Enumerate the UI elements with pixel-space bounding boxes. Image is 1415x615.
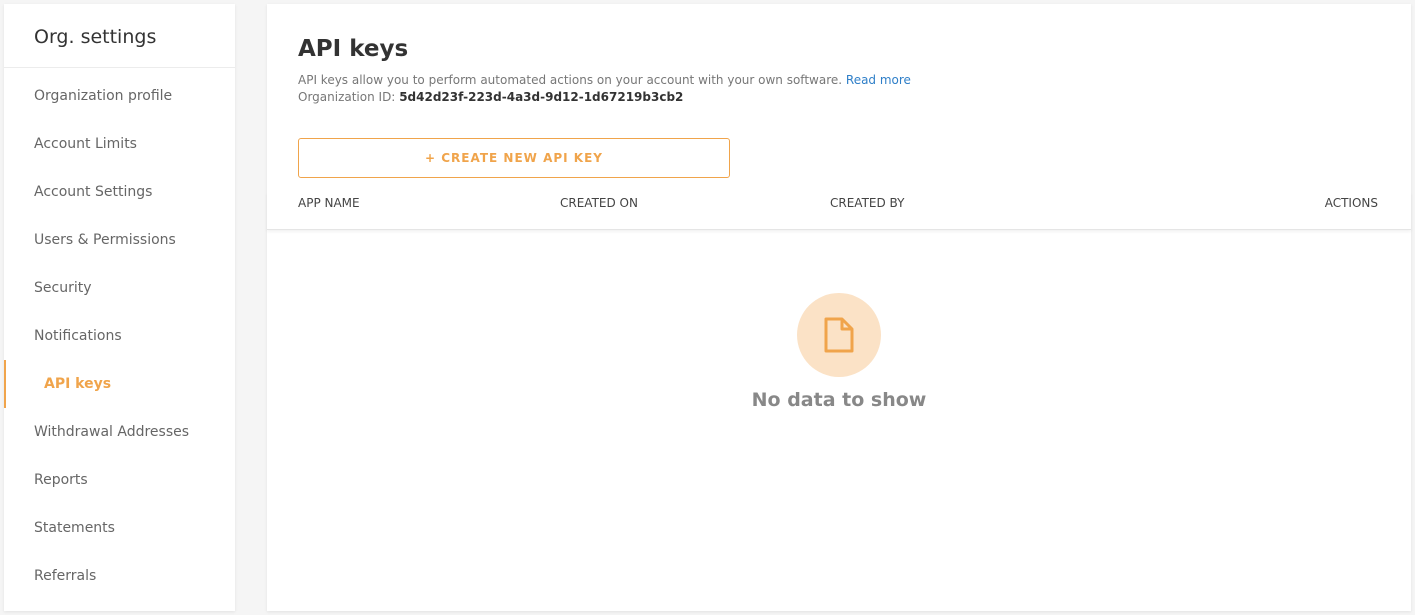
sidebar-item-notifications[interactable]: Notifications <box>4 312 235 360</box>
sidebar-item-account-limits[interactable]: Account Limits <box>4 120 235 168</box>
sidebar-item-security[interactable]: Security <box>4 264 235 312</box>
column-header-created-on[interactable]: CREATED ON <box>560 196 638 210</box>
main-panel: API keys API keys allow you to perform a… <box>267 4 1411 611</box>
empty-state-text: No data to show <box>751 389 927 411</box>
sidebar-nav: Organization profile Account Limits Acco… <box>4 68 235 600</box>
read-more-link[interactable]: Read more <box>846 73 911 87</box>
create-api-key-button[interactable]: + CREATE NEW API KEY <box>298 138 730 178</box>
organization-id-label: Organization ID: <box>298 90 396 104</box>
sidebar-item-statements[interactable]: Statements <box>4 504 235 552</box>
column-header-actions: ACTIONS <box>1324 196 1378 210</box>
sidebar-item-api-keys[interactable]: API keys <box>4 360 235 408</box>
sidebar-item-account-settings[interactable]: Account Settings <box>4 168 235 216</box>
page-title: API keys <box>298 36 409 62</box>
sidebar-item-withdrawal-addresses[interactable]: Withdrawal Addresses <box>4 408 235 456</box>
organization-id: Organization ID: 5d42d23f-223d-4a3d-9d12… <box>298 90 683 104</box>
sidebar-item-organization-profile[interactable]: Organization profile <box>4 72 235 120</box>
sidebar-item-reports[interactable]: Reports <box>4 456 235 504</box>
description-text: API keys allow you to perform automated … <box>298 73 843 87</box>
page-description: API keys allow you to perform automated … <box>298 73 911 87</box>
sidebar: Org. settings Organization profile Accou… <box>4 4 235 611</box>
sidebar-item-users-permissions[interactable]: Users & Permissions <box>4 216 235 264</box>
empty-state: No data to show <box>267 293 1411 411</box>
table-header: APP NAME CREATED ON CREATED BY ACTIONS <box>267 192 1411 230</box>
column-header-created-by[interactable]: CREATED BY <box>830 196 904 210</box>
column-header-app-name[interactable]: APP NAME <box>298 196 360 210</box>
document-icon <box>797 293 881 377</box>
organization-id-value: 5d42d23f-223d-4a3d-9d12-1d67219b3cb2 <box>399 90 684 104</box>
sidebar-title: Org. settings <box>4 4 235 68</box>
sidebar-item-referrals[interactable]: Referrals <box>4 552 235 600</box>
